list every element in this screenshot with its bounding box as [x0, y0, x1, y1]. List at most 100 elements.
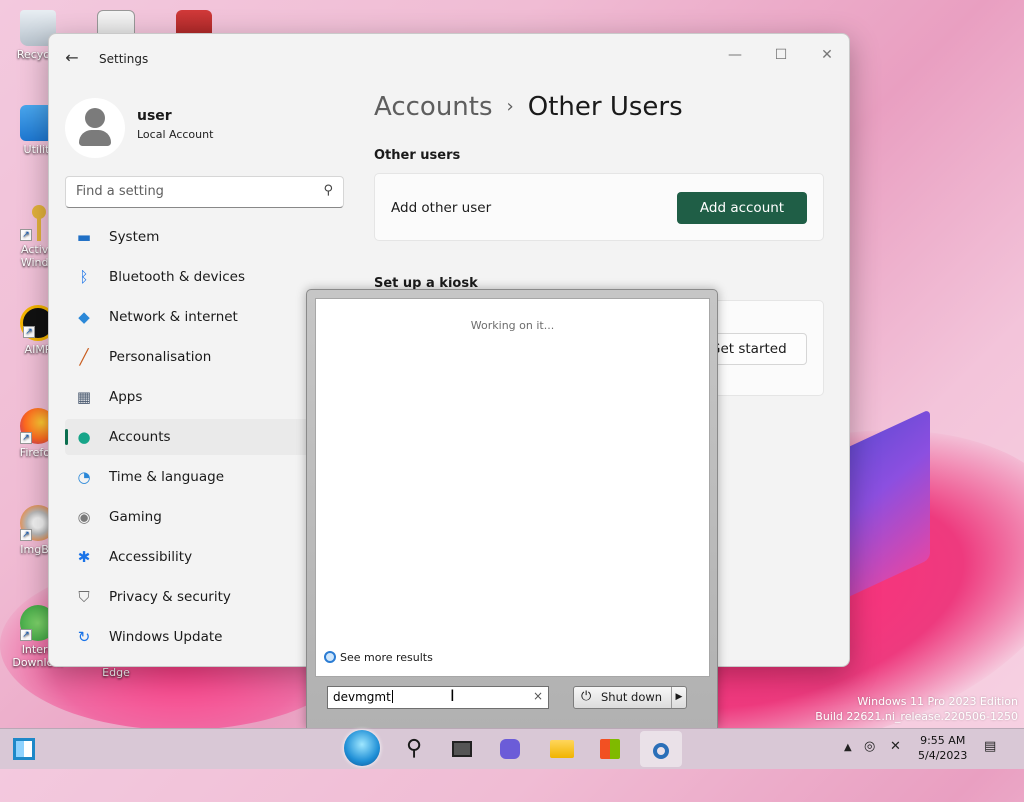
- search-icon: ⚲: [405, 736, 423, 761]
- minimize-icon: —: [728, 47, 742, 63]
- settings-nav: ▬ System ᛒ Bluetooth & devices ◆ Network & in…: [65, 219, 310, 659]
- chat-icon: [500, 739, 520, 759]
- search-icon: ⚲: [323, 183, 333, 198]
- shutdown-button[interactable]: ⏻ Shut down ▶: [573, 686, 687, 709]
- sidebar-item-accounts[interactable]: ● Accounts: [65, 419, 310, 455]
- breadcrumb-separator: ›: [506, 96, 514, 117]
- sidebar-item-label: Bluetooth & devices: [109, 269, 246, 285]
- text-caret: [391, 690, 393, 703]
- start-menu: Working on it... See more results devmgm…: [306, 289, 718, 729]
- sidebar-item-label: Accounts: [109, 429, 171, 445]
- clock-time: 9:55 AM: [920, 734, 966, 747]
- tray-overflow-chevron-icon[interactable]: ▲: [844, 742, 852, 753]
- wifi-icon: ◆: [78, 308, 90, 326]
- folder-icon: [550, 740, 574, 758]
- apps-icon: ▦: [76, 388, 92, 406]
- refresh-icon: ↻: [77, 628, 91, 646]
- sidebar-item-bluetooth-devices[interactable]: ᛒ Bluetooth & devices: [65, 259, 310, 295]
- minimize-button[interactable]: —: [713, 40, 757, 70]
- search-placeholder: Find a setting: [76, 184, 164, 199]
- search-status: Working on it...: [470, 319, 555, 332]
- shutdown-label: Shut down: [601, 690, 663, 704]
- user-name: user: [137, 108, 172, 124]
- start-search-value: devmgmt: [333, 690, 391, 704]
- power-icon: ⏻: [581, 689, 592, 704]
- see-more-label: See more results: [340, 651, 433, 664]
- desktop-icon-edge[interactable]: Edge: [84, 666, 148, 679]
- globe-clock-icon: ◔: [77, 468, 91, 486]
- volume-muted-icon[interactable]: ✕: [890, 739, 901, 754]
- sidebar-item-accessibility[interactable]: ✱ Accessibility: [65, 539, 310, 575]
- settings-taskbar-button[interactable]: [640, 731, 682, 767]
- sidebar-item-network-internet[interactable]: ◆ Network & internet: [65, 299, 310, 335]
- sidebar-item-label: Windows Update: [109, 629, 223, 645]
- widgets-icon: [13, 738, 35, 760]
- sidebar-item-label: System: [109, 229, 160, 245]
- close-icon: ✕: [821, 47, 833, 63]
- sidebar-item-gaming[interactable]: ◉ Gaming: [65, 499, 310, 535]
- title-bar[interactable]: ← Settings — ☐ ✕: [49, 34, 849, 82]
- task-view-icon: [452, 741, 472, 757]
- chat-button[interactable]: [494, 733, 526, 765]
- search-results-pane: Working on it... See more results: [315, 298, 710, 677]
- sidebar-item-label: Gaming: [109, 509, 162, 525]
- breadcrumb-parent[interactable]: Accounts: [374, 92, 493, 122]
- person-icon: ●: [77, 428, 91, 446]
- back-arrow-icon: ←: [65, 48, 79, 67]
- sidebar-item-time-language[interactable]: ◔ Time & language: [65, 459, 310, 495]
- sidebar-item-windows-update[interactable]: ↻ Windows Update: [65, 619, 310, 655]
- settings-search-input[interactable]: Find a setting ⚲: [65, 176, 344, 208]
- active-indicator: [65, 429, 68, 445]
- search-button[interactable]: ⚲: [398, 733, 430, 765]
- user-account-type: Local Account: [137, 128, 214, 141]
- desktop-icon-label: Edge: [102, 666, 130, 679]
- start-orb-icon: [344, 730, 380, 766]
- close-button[interactable]: ✕: [805, 40, 849, 70]
- back-button[interactable]: ←: [61, 48, 83, 68]
- shutdown-options-arrow-icon[interactable]: ▶: [671, 687, 686, 708]
- start-search-input[interactable]: devmgmt ×: [327, 686, 549, 709]
- network-globe-icon[interactable]: ◎: [864, 739, 875, 754]
- sidebar-item-label: Time & language: [109, 469, 225, 485]
- maximize-button[interactable]: ☐: [759, 40, 803, 70]
- other-users-heading: Other users: [374, 148, 461, 163]
- sidebar-item-system[interactable]: ▬ System: [65, 219, 310, 255]
- gear-icon: [653, 743, 669, 759]
- bluetooth-icon: ᛒ: [79, 268, 89, 286]
- watermark-edition: Windows 11 Pro 2023 Edition: [857, 695, 1018, 708]
- avatar: [65, 98, 125, 158]
- taskbar-clock[interactable]: 9:55 AM 5/4/2023: [918, 733, 967, 763]
- widgets-button[interactable]: [8, 733, 40, 765]
- sidebar-item-privacy-security[interactable]: ⛉ Privacy & security: [65, 579, 310, 615]
- clear-search-icon[interactable]: ×: [533, 689, 543, 703]
- add-account-button[interactable]: Add account: [677, 192, 807, 224]
- gamepad-icon: ◉: [77, 508, 91, 526]
- sidebar-item-label: Personalisation: [109, 349, 212, 365]
- page-title: Other Users: [527, 92, 683, 122]
- store-button[interactable]: [594, 733, 626, 765]
- notifications-icon[interactable]: ▤: [984, 739, 996, 754]
- clock-date: 5/4/2023: [918, 749, 968, 762]
- search-icon: [324, 651, 336, 663]
- accessibility-icon: ✱: [77, 548, 91, 566]
- see-more-results-link[interactable]: See more results: [324, 651, 433, 664]
- shield-icon: ⛉: [78, 588, 90, 606]
- task-view-button[interactable]: [446, 733, 478, 765]
- monitor-icon: ▬: [76, 228, 92, 246]
- taskbar: ⚲ ▲ ◎ ✕ 9:55 AM 5/4/2023 ▤: [0, 728, 1024, 769]
- start-button[interactable]: [344, 730, 382, 768]
- maximize-icon: ☐: [774, 47, 788, 63]
- sidebar-item-apps[interactable]: ▦ Apps: [65, 379, 310, 415]
- sidebar-item-personalisation[interactable]: ╱ Personalisation: [65, 339, 310, 375]
- watermark-build: Build 22621.ni_release.220506-1250: [815, 710, 1018, 723]
- sidebar-item-label: Accessibility: [109, 549, 193, 565]
- add-other-user-label: Add other user: [391, 200, 492, 216]
- file-explorer-button[interactable]: [546, 733, 578, 765]
- window-title: Settings: [99, 52, 149, 66]
- sidebar-item-label: Privacy & security: [109, 589, 231, 605]
- text-cursor-icon: I: [450, 686, 455, 705]
- sidebar-item-label: Network & internet: [109, 309, 238, 325]
- brush-icon: ╱: [79, 348, 89, 366]
- sidebar-item-label: Apps: [109, 389, 143, 405]
- add-other-user-card: Add other user Add account: [374, 173, 824, 241]
